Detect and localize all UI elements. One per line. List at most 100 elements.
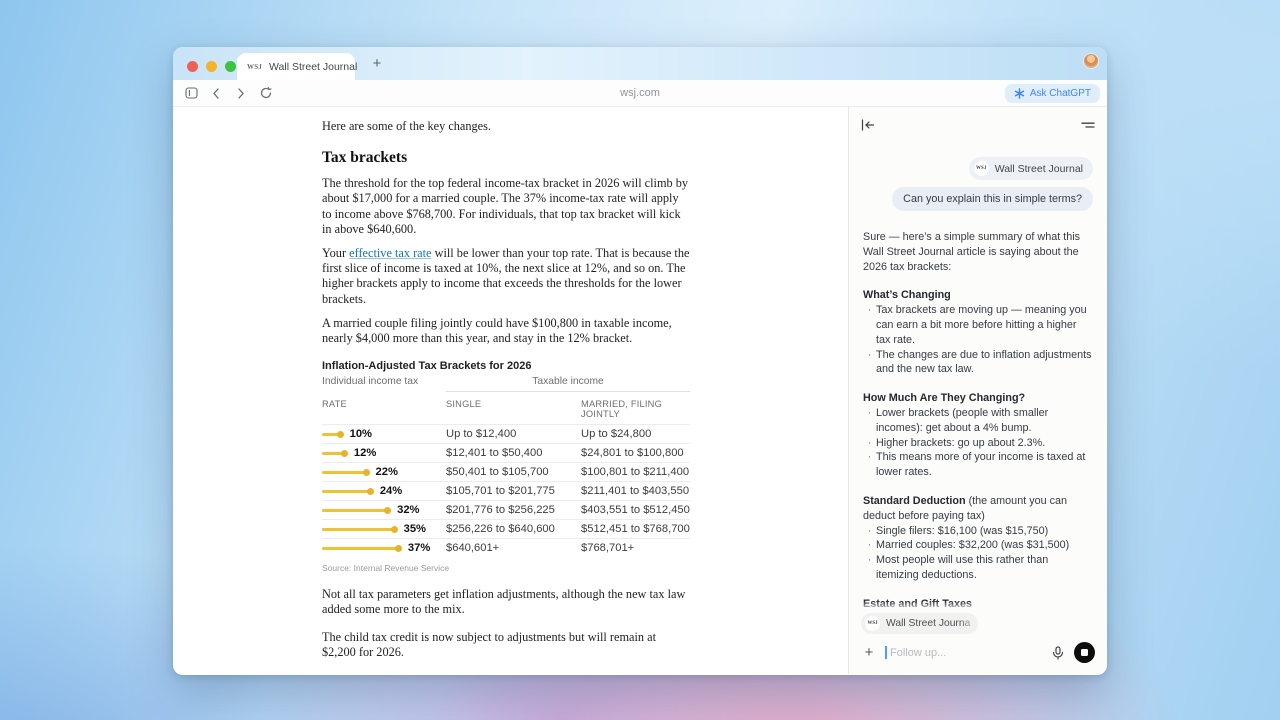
table-row: 22% $50,401 to $105,700$100,801 to $211,4…: [322, 462, 690, 481]
table-row: 35%$256,226 to $640,600$512,451 to $768,…: [322, 519, 690, 538]
table-row: 12%$12,401 to $50,400$24,801 to $100,800: [322, 443, 690, 462]
assistant-section-heading: What’s Changing: [863, 288, 1093, 303]
chart-source: Source: Internal Revenue Service: [322, 563, 690, 573]
chat-messages: WSJ Wall Street Journal Can you explain …: [849, 147, 1107, 611]
article-heading-tax-brackets: Tax brackets: [322, 149, 690, 167]
table-row: 32% $201,776 to $256,225$403,551 to $512,…: [322, 500, 690, 519]
article-paragraph: A married couple filing jointly could ha…: [322, 316, 690, 346]
rate-bar-dot: [363, 469, 370, 476]
zoom-window-button[interactable]: [225, 61, 236, 72]
chat-panel: WSJ Wall Street Journal Can you explain …: [848, 107, 1107, 674]
rate-bar-dot: [367, 488, 374, 495]
rate-bar-dot: [391, 526, 398, 533]
url-display[interactable]: wsj.com: [620, 87, 660, 99]
assistant-bullet: ·Tax brackets are moving up — meaning yo…: [863, 303, 1093, 347]
article-paragraph: Not all tax parameters get inflation adj…: [322, 587, 690, 617]
browser-window: WSJ Wall Street Journal +: [173, 47, 1107, 675]
forward-icon[interactable]: [233, 85, 249, 101]
article-pane: Here are some of the key changes. Tax br…: [173, 107, 848, 674]
avatar[interactable]: [1084, 54, 1098, 68]
chart-column-headers: RATE SINGLE MARRIED, FILING JOINTLY: [322, 399, 690, 424]
microphone-icon[interactable]: [1050, 645, 1066, 661]
chat-composer: WSJ Wall Street Journa + Follow up...: [849, 611, 1107, 674]
rate-label: 22%: [376, 466, 398, 478]
rate-label: 24%: [380, 485, 402, 497]
add-attachment-button[interactable]: +: [861, 645, 877, 661]
rate-bar: [322, 528, 395, 531]
rate-label: 10%: [350, 428, 372, 440]
back-icon[interactable]: [208, 85, 224, 101]
tab-title: Wall Street Journal: [269, 61, 357, 73]
rate-bar-dot: [384, 507, 391, 514]
ask-chatgpt-button[interactable]: Ask ChatGPT: [1005, 84, 1100, 103]
married-range: $100,801 to $211,400: [581, 466, 690, 478]
rate-label: 35%: [404, 523, 426, 535]
stop-button[interactable]: [1074, 642, 1095, 663]
assistant-section-heading: How Much Are They Changing?: [863, 391, 1093, 406]
rate-bar-dot: [337, 431, 344, 438]
single-range: $50,401 to $105,700: [446, 466, 581, 478]
rate-bar: [322, 490, 371, 493]
married-range: Up to $24,800: [581, 428, 690, 440]
married-range: $403,551 to $512,450: [581, 504, 690, 516]
article-paragraph: The new temporary deductions for tips, o…: [322, 672, 690, 674]
article-paragraph: The child tax credit is now subject to a…: [322, 630, 690, 660]
table-row: 10%Up to $12,400Up to $24,800: [322, 424, 690, 443]
assistant-bullet: ·Married couples: $32,200 (was $31,500): [863, 538, 1093, 553]
married-range: $211,401 to $403,550: [581, 485, 690, 497]
table-row: 37% $640,601+$768,701+: [322, 538, 690, 557]
single-range: $256,226 to $640,600: [446, 523, 581, 535]
text-caret: [885, 646, 887, 659]
composer-chip-label: Wall Street Journa: [886, 618, 970, 629]
rate-bar-dot: [341, 450, 348, 457]
context-chip-label: Wall Street Journal: [995, 163, 1083, 175]
article-paragraph: Here are some of the key changes.: [322, 119, 690, 134]
assistant-intro: Sure — here’s a simple summary of what t…: [863, 230, 1093, 274]
reload-icon[interactable]: [258, 85, 274, 101]
tab-strip: WSJ Wall Street Journal +: [173, 47, 1107, 80]
collapse-sidebar-icon[interactable]: [860, 117, 876, 133]
sidebar-toggle-icon[interactable]: [183, 85, 199, 101]
browser-toolbar: wsj.com Ask ChatGPT: [173, 80, 1107, 107]
single-range: $12,401 to $50,400: [446, 447, 581, 459]
input-placeholder: Follow up...: [890, 647, 946, 659]
table-row: 24% $105,701 to $201,775$211,401 to $403,…: [322, 481, 690, 500]
ask-chatgpt-label: Ask ChatGPT: [1030, 88, 1091, 99]
user-message-bubble: Can you explain this in simple terms?: [892, 187, 1093, 211]
assistant-section-heading: Standard Deduction (the amount you can d…: [863, 494, 1093, 524]
stop-icon: [1081, 649, 1088, 656]
rate-label: 12%: [354, 447, 376, 459]
chat-menu-icon[interactable]: [1080, 117, 1096, 133]
tab-wall-street-journal[interactable]: WSJ Wall Street Journal: [237, 53, 355, 80]
rate-label: 37%: [408, 542, 430, 554]
rate-label: 32%: [397, 504, 419, 516]
assistant-bullet: ·This means more of your income is taxed…: [863, 450, 1093, 480]
assistant-message: Sure — here’s a simple summary of what t…: [863, 230, 1093, 611]
wsj-badge-icon: WSJ: [974, 161, 989, 176]
composer-context-chip[interactable]: WSJ Wall Street Journa: [861, 613, 978, 634]
rate-bar-dot: [395, 545, 402, 552]
chat-header: [849, 107, 1107, 147]
tax-brackets-chart: Inflation-Adjusted Tax Brackets for 2026…: [322, 360, 690, 573]
single-range: $201,776 to $256,225: [446, 504, 581, 516]
rate-bar: [322, 547, 399, 550]
chart-group-label-left: Individual income tax: [322, 376, 446, 392]
wsj-favicon-icon: WSJ: [247, 63, 262, 71]
rate-bar: [322, 471, 367, 474]
effective-tax-rate-link[interactable]: effective tax rate: [349, 246, 431, 260]
single-range: $640,601+: [446, 542, 581, 554]
follow-up-input[interactable]: Follow up...: [885, 646, 1042, 659]
wsj-badge-icon: WSJ: [865, 616, 880, 631]
new-tab-button[interactable]: +: [367, 54, 387, 74]
article-paragraph: The threshold for the top federal income…: [322, 176, 690, 237]
close-window-button[interactable]: [187, 61, 198, 72]
assistant-bullet: ·Lower brackets (people with smaller inc…: [863, 406, 1093, 436]
chart-title: Inflation-Adjusted Tax Brackets for 2026: [322, 360, 690, 372]
assistant-bullet: ·Higher brackets: go up about 2.3%.: [863, 436, 1093, 451]
married-range: $768,701+: [581, 542, 690, 554]
assistant-bullet: ·Single filers: $16,100 (was $15,750): [863, 524, 1093, 539]
minimize-window-button[interactable]: [206, 61, 217, 72]
article-paragraph: Your effective tax rate will be lower th…: [322, 246, 690, 307]
context-chip[interactable]: WSJ Wall Street Journal: [969, 157, 1093, 180]
single-range: $105,701 to $201,775: [446, 485, 581, 497]
